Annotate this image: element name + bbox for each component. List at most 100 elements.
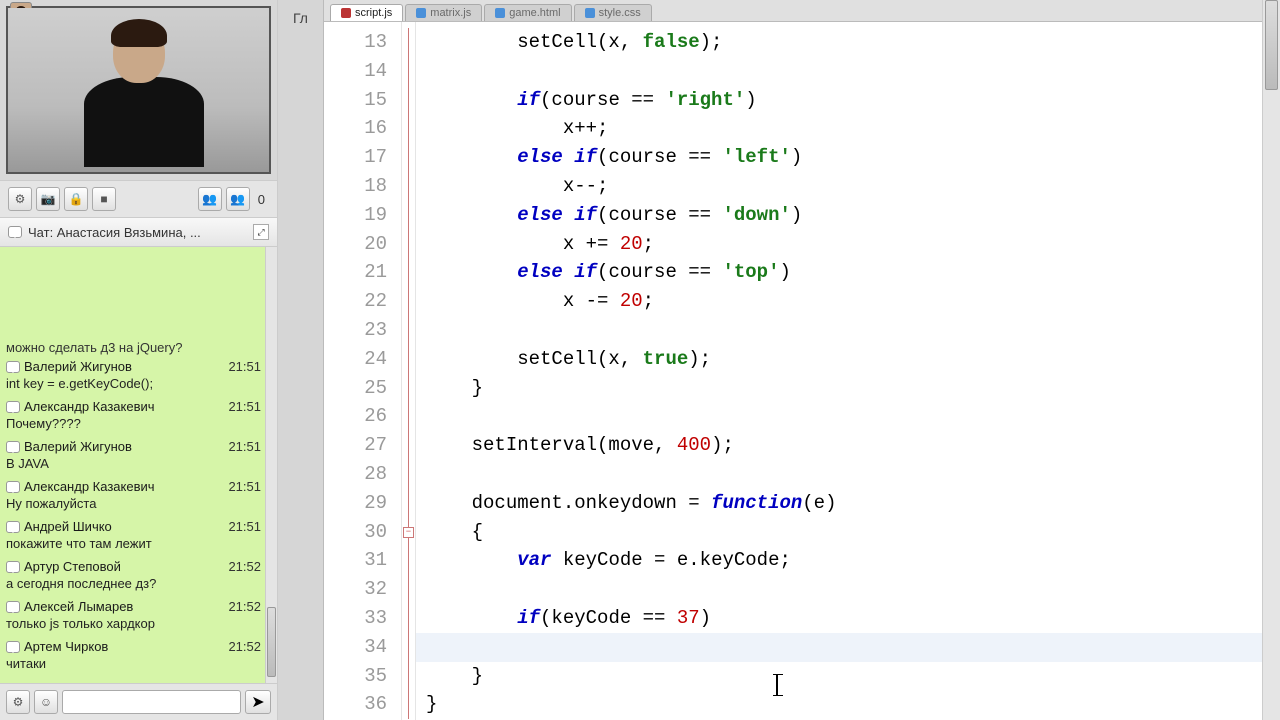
chat-scrollbar-thumb[interactable] [267, 607, 276, 677]
code-line[interactable]: else if(course == 'top') [426, 258, 1280, 287]
code-line[interactable]: var keyCode = e.keyCode; [426, 546, 1280, 575]
chat-bubble-icon [6, 441, 20, 453]
chat-bubble-icon [6, 561, 20, 573]
gear-icon: ⚙ [13, 695, 24, 709]
chat-message-list[interactable]: можно сделать д3 на jQuery? Валерий Жигу… [0, 247, 277, 683]
code-line[interactable]: } [426, 690, 1280, 719]
chat-message-author: Артем Чирков [24, 639, 224, 654]
chat-emoji-button[interactable]: ☺ [34, 690, 58, 714]
code-line[interactable]: x += 20; [426, 230, 1280, 259]
chat-message: Артем Чирков21:52читаки [6, 639, 261, 677]
chat-message-author: Андрей Шичко [24, 519, 224, 534]
code-line[interactable]: if(course == 'right') [426, 86, 1280, 115]
chat-message-body: В JAVA [6, 454, 261, 477]
code-line[interactable] [426, 316, 1280, 345]
webinar-panel: ⚙ 📷 🔒 ■ 👥 👥 0 Чат: Анастасия Вязьмина, .… [0, 0, 278, 720]
code-line[interactable]: { [426, 518, 1280, 547]
presenter-video[interactable] [6, 6, 271, 174]
chat-bubble-icon [6, 601, 20, 613]
chat-message-author: Алексей Лымарев [24, 599, 224, 614]
collapsed-panel[interactable]: Гл [278, 0, 324, 720]
code-line[interactable] [426, 460, 1280, 489]
send-button[interactable]: ➤ [245, 690, 271, 714]
settings-button[interactable]: ⚙ [8, 187, 32, 211]
line-number: 29 [324, 489, 387, 518]
chat-bubble-icon [6, 521, 20, 533]
expand-chat-icon[interactable]: ⤢ [253, 224, 269, 240]
chat-message-author: Валерий Жигунов [24, 359, 224, 374]
chat-scrollbar[interactable] [265, 247, 277, 683]
tab-label: style.css [599, 7, 641, 19]
smile-icon: ☺ [40, 695, 52, 709]
chat-message-body: только js только хардкор [6, 614, 261, 637]
chat-message-author: Валерий Жигунов [24, 439, 224, 454]
lock-button[interactable]: 🔒 [64, 187, 88, 211]
camera-button[interactable]: 📷 [36, 187, 60, 211]
chat-message-time: 21:51 [228, 479, 261, 494]
stop-icon: ■ [100, 192, 107, 206]
chat-bubble-icon [6, 361, 20, 373]
video-area [0, 0, 277, 180]
editor-tab[interactable]: matrix.js [405, 4, 482, 21]
line-number: 34 [324, 633, 387, 662]
tab-label: matrix.js [430, 7, 471, 19]
camera-icon: 📷 [41, 192, 56, 206]
code-line[interactable]: x++; [426, 114, 1280, 143]
code-line[interactable]: x--; [426, 172, 1280, 201]
chat-header[interactable]: Чат: Анастасия Вязьмина, ... ⤢ [0, 218, 277, 247]
line-number: 31 [324, 546, 387, 575]
code-line[interactable]: setCell(x, true); [426, 345, 1280, 374]
line-number: 15 [324, 86, 387, 115]
fold-strip[interactable]: − [402, 22, 416, 720]
code-line[interactable]: else if(course == 'left') [426, 143, 1280, 172]
line-number: 14 [324, 57, 387, 86]
code-line[interactable]: setInterval(move, 400); [426, 431, 1280, 460]
fold-toggle-icon[interactable]: − [403, 527, 414, 538]
editor-tab[interactable]: style.css [574, 4, 652, 21]
participants-button[interactable]: 👥 [198, 187, 222, 211]
code-line[interactable] [426, 633, 1280, 662]
chat-bubble-icon [6, 641, 20, 653]
file-type-icon [416, 8, 426, 18]
chat-input-row: ⚙ ☺ ➤ [0, 683, 277, 720]
chat-bubble-icon [8, 226, 22, 238]
chat-message-body: покажите что там лежит [6, 534, 261, 557]
code-line[interactable]: else if(course == 'down') [426, 201, 1280, 230]
chat-message-body: а сегодня последнее дз? [6, 574, 261, 597]
presenter-figure [84, 23, 194, 173]
people-icon: 👥 [230, 192, 245, 206]
editor-tab[interactable]: game.html [484, 4, 571, 21]
stop-button[interactable]: ■ [92, 187, 116, 211]
code-content[interactable]: setCell(x, false); if(course == 'right')… [416, 22, 1280, 720]
line-number: 21 [324, 258, 387, 287]
file-type-icon [341, 8, 351, 18]
code-line[interactable]: x -= 20; [426, 287, 1280, 316]
chat-message-time: 21:52 [228, 599, 261, 614]
participants2-button[interactable]: 👥 [226, 187, 250, 211]
code-line[interactable]: if(keyCode == 37) [426, 604, 1280, 633]
code-viewport[interactable]: 1314151617181920212223242526272829303132… [324, 22, 1280, 720]
chat-title: Чат: Анастасия Вязьмина, ... [28, 225, 201, 240]
chat-message-author: Артур Степовой [24, 559, 224, 574]
chat-message-time: 21:51 [228, 399, 261, 414]
code-line[interactable] [426, 402, 1280, 431]
code-line[interactable]: } [426, 374, 1280, 403]
chat-message: Андрей Шичко21:51покажите что там лежит [6, 519, 261, 557]
code-line[interactable]: document.onkeydown = function(e) [426, 489, 1280, 518]
line-number: 23 [324, 316, 387, 345]
line-number: 32 [324, 575, 387, 604]
code-line[interactable]: } [426, 662, 1280, 691]
code-line[interactable] [426, 57, 1280, 86]
line-number: 35 [324, 662, 387, 691]
chat-settings-button[interactable]: ⚙ [6, 690, 30, 714]
line-number: 25 [324, 374, 387, 403]
chat-message-time: 21:52 [228, 639, 261, 654]
editor-tab[interactable]: script.js [330, 4, 403, 21]
chat-message: Валерий Жигунов 21:51В JAVA [6, 439, 261, 477]
code-line[interactable]: setCell(x, false); [426, 28, 1280, 57]
line-number-gutter: 1314151617181920212223242526272829303132… [324, 22, 402, 720]
tab-label: script.js [355, 7, 392, 19]
code-line[interactable] [426, 575, 1280, 604]
chat-input[interactable] [62, 690, 241, 714]
chat-message-time: 21:51 [228, 439, 261, 454]
